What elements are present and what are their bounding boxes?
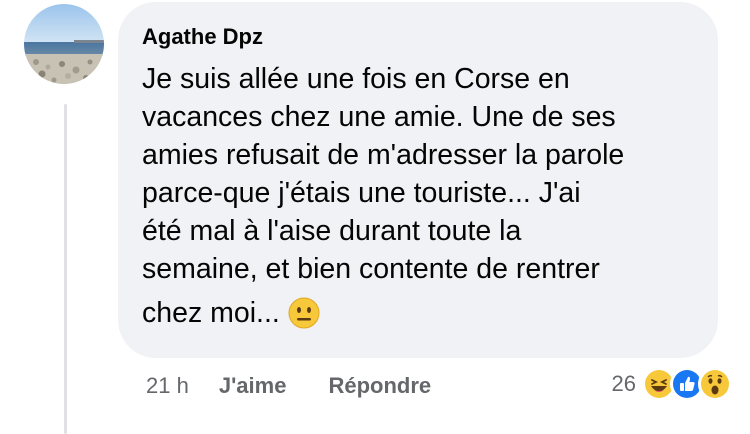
comment-timestamp[interactable]: 21 h (146, 373, 189, 399)
comment-text-last-line: chez moi... (142, 294, 707, 339)
comment-actions: 21 h J'aime Répondre (146, 371, 473, 401)
reaction-count: 26 (611, 371, 636, 396)
comment-text-line: semaine, et bien contente de rentrer (142, 253, 600, 285)
comment-text-line: parce-que j'étais une touriste... J'ai (142, 177, 581, 209)
comment-text-line: amies refusait de m'adresser la parole (142, 139, 625, 171)
reply-button[interactable]: Répondre (328, 373, 431, 399)
comment-text-line: chez moi... (142, 297, 280, 329)
wow-reaction-icon (698, 367, 732, 401)
thread-connector-line (64, 104, 67, 434)
reactions-summary[interactable]: 26 (612, 365, 732, 403)
neutral-face-icon (288, 297, 320, 339)
avatar[interactable] (24, 4, 104, 84)
beach-photo-avatar (24, 4, 104, 84)
comment-author[interactable]: Agathe Dpz (142, 24, 263, 50)
comment-text-line: Je suis allée une fois en Corse en (142, 63, 570, 95)
comment-text: Je suis allée une fois en Corse en vacan… (142, 60, 707, 339)
comment-text-line: vacances chez une amie. Une de ses (142, 101, 616, 133)
comment-bubble: Agathe Dpz Je suis allée une fois en Cor… (118, 2, 718, 358)
comment-text-line: été mal à l'aise durant toute la (142, 215, 522, 247)
like-button[interactable]: J'aime (219, 373, 287, 399)
reaction-icons (642, 367, 732, 401)
